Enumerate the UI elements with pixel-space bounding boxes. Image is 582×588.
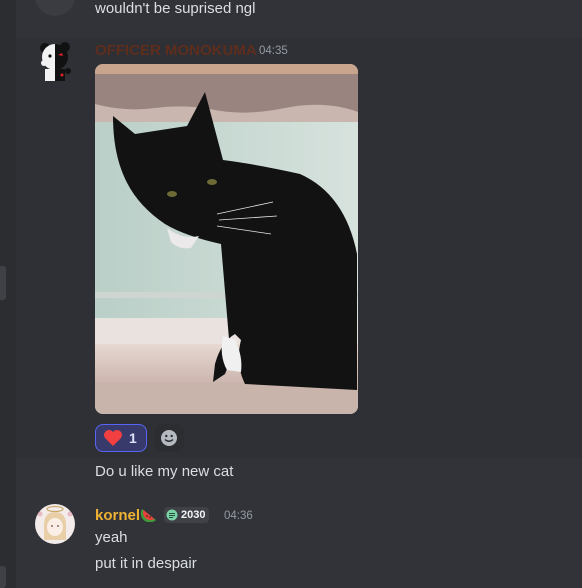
scroll-indicator-lower[interactable] xyxy=(0,566,6,588)
kornel-avatar[interactable] xyxy=(35,504,75,544)
heart-icon xyxy=(104,430,122,446)
reaction-count: 1 xyxy=(129,430,137,446)
timestamp: 04:36 xyxy=(224,510,253,522)
timestamp: 04:35 xyxy=(259,45,288,57)
smile-icon xyxy=(161,430,177,446)
reaction-heart[interactable]: 1 xyxy=(95,424,147,452)
add-reaction-button[interactable] xyxy=(154,424,184,452)
message-text: wouldn't be suprised ngl xyxy=(95,0,256,17)
message-text: put it in despair xyxy=(95,555,197,572)
guild-tag-badge[interactable]: 2030 xyxy=(164,507,210,523)
watermelon-icon xyxy=(140,509,156,522)
monokuma-avatar[interactable] xyxy=(35,41,75,81)
scroll-indicator[interactable] xyxy=(0,266,6,300)
message-text: Do u like my new cat xyxy=(95,463,234,480)
message-text: yeah xyxy=(95,529,128,546)
username[interactable]: OFFICER MONOKUMA xyxy=(95,42,257,59)
cat-photo[interactable] xyxy=(95,64,358,414)
badge-label: 2030 xyxy=(181,509,206,521)
tag-icon xyxy=(166,509,178,521)
avatar[interactable] xyxy=(35,0,75,16)
username[interactable]: kornel xyxy=(95,507,140,524)
